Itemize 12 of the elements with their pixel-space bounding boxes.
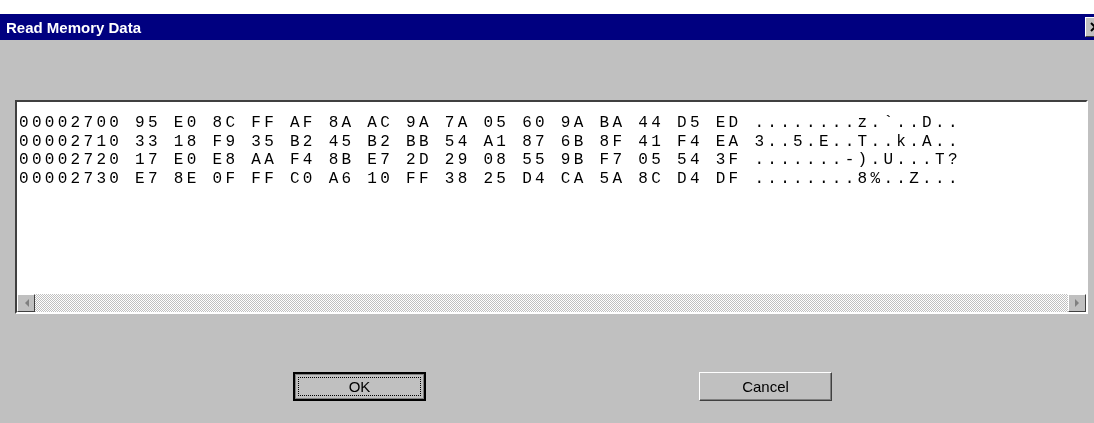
left-arrow-icon <box>23 299 29 307</box>
window-title: Read Memory Data <box>6 18 142 36</box>
memory-line: 00002700 95 E0 8C FF AF 8A AC 9A 7A 05 60 9A BA 44 D5 ED ........z.`..D.. <box>19 114 962 133</box>
dialog-button[interactable]: Cancel <box>699 372 832 401</box>
memory-line: 00002710 33 18 F9 35 B2 45 B2 BB 54 A1 87 6B 8F 41 F4 EA 3..5.E..T..k.A.. <box>19 132 962 152</box>
dialog-button[interactable]: OK <box>293 372 426 401</box>
horizontal-scrollbar[interactable] <box>17 294 1086 312</box>
scroll-left-button[interactable] <box>17 294 35 312</box>
memory-line: 00002720 17 E0 E8 AA F4 8B E7 2D 29 08 55 9B F7 05 54 3F .......-).U...T? <box>19 151 962 171</box>
scroll-right-button[interactable] <box>1068 294 1086 312</box>
memory-line: 00002730 E7 8E 0F FF C0 A6 10 FF 38 25 D4 CA 5A 8C D4 DF ........8%..Z... <box>19 170 962 189</box>
right-arrow-icon <box>1074 299 1080 307</box>
